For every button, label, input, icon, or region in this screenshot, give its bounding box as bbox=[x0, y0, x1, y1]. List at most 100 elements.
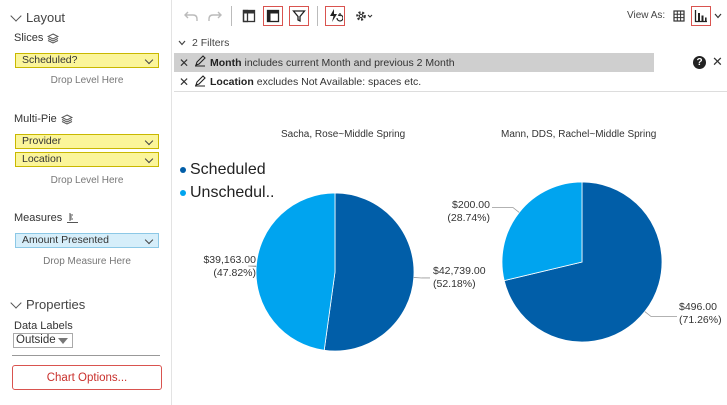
view-as-table-button[interactable] bbox=[669, 6, 689, 26]
layers-icon bbox=[47, 32, 60, 44]
chart-options-button[interactable]: Chart Options... bbox=[12, 365, 162, 390]
legend-swatch bbox=[180, 167, 186, 173]
chevron-down-icon[interactable] bbox=[144, 154, 154, 164]
redo-button[interactable] bbox=[205, 6, 225, 26]
layout-toggle-button[interactable] bbox=[239, 6, 259, 26]
data-label: $200.00 (28.74%) bbox=[432, 199, 490, 225]
filter-field: Location bbox=[210, 76, 254, 88]
pie-chart-canvas bbox=[248, 181, 677, 352]
auto-refresh-button[interactable] bbox=[325, 6, 345, 26]
filter-field: Month bbox=[210, 56, 242, 69]
slices-label: Slices bbox=[14, 32, 44, 44]
caret-down-icon bbox=[58, 338, 68, 344]
remove-filter-icon[interactable]: ✕ bbox=[174, 56, 194, 70]
measures-field-amount-presented[interactable]: Amount Presented bbox=[15, 233, 159, 248]
layout-label: Layout bbox=[26, 10, 66, 25]
slices-drop-zone[interactable]: Drop Level Here bbox=[15, 75, 159, 86]
bar-chart-icon bbox=[694, 10, 707, 23]
data-label: $39,163.00 (47.82%) bbox=[178, 254, 256, 280]
data-labels-value: Outside bbox=[16, 334, 56, 346]
grid-icon bbox=[673, 10, 685, 22]
multipie-field-provider[interactable]: Provider bbox=[15, 134, 159, 149]
legend-swatch bbox=[180, 190, 186, 196]
multipie-field-location[interactable]: Location bbox=[15, 152, 159, 167]
filter-row-location[interactable]: ✕ Location excludes Not Available: space… bbox=[174, 73, 727, 92]
undo-button[interactable] bbox=[181, 6, 201, 26]
chart-type-dropdown[interactable] bbox=[711, 6, 725, 26]
properties-section-header[interactable]: Properties bbox=[10, 296, 86, 312]
legend-item-unscheduled[interactable]: Unschedul.. bbox=[180, 184, 275, 202]
filter-description: includes current Month and previous 2 Mo… bbox=[244, 56, 455, 69]
legend-label: Unschedul.. bbox=[190, 184, 275, 201]
multipie-drop-zone[interactable]: Drop Level Here bbox=[15, 175, 159, 186]
leader-line bbox=[644, 311, 677, 317]
layout-section-header[interactable]: Layout bbox=[10, 9, 66, 25]
chevron-down-icon[interactable] bbox=[144, 136, 154, 146]
chevron-down-icon bbox=[10, 9, 22, 22]
data-label-value: $200.00 bbox=[452, 199, 490, 211]
chevron-down-icon bbox=[10, 296, 22, 309]
layers-icon bbox=[60, 113, 73, 125]
data-label-value: $39,163.00 bbox=[203, 254, 256, 266]
toolbar-divider bbox=[231, 6, 232, 26]
measures-field-label: Amount Presented bbox=[22, 234, 109, 246]
filter-description: excludes Not Available: spaces etc. bbox=[256, 76, 422, 88]
multipie-label-row: Multi-Pie bbox=[14, 113, 73, 125]
close-icon[interactable]: ✕ bbox=[712, 54, 723, 70]
slices-field-scheduled[interactable]: Scheduled? bbox=[15, 53, 159, 68]
table-view-button[interactable] bbox=[263, 6, 283, 26]
data-labels-label: Data Labels bbox=[14, 320, 73, 332]
data-label-percent: (47.82%) bbox=[213, 267, 256, 279]
multipie-field-label: Provider bbox=[22, 135, 62, 147]
multipie-field-label: Location bbox=[22, 153, 62, 165]
pencil-icon[interactable] bbox=[194, 55, 210, 70]
redo-icon bbox=[208, 11, 222, 21]
toolbar-divider bbox=[317, 6, 318, 26]
filter-row-month[interactable]: ✕ Month includes current Month and previ… bbox=[174, 53, 654, 72]
gear-icon bbox=[356, 11, 373, 21]
chart-area: Sacha, Rose~Middle Spring Mann, DDS, Rac… bbox=[174, 95, 727, 405]
data-label-percent: (52.18%) bbox=[433, 278, 476, 290]
ruler-icon bbox=[67, 213, 79, 223]
measures-drop-zone[interactable]: Drop Measure Here bbox=[15, 256, 159, 267]
legend-label: Scheduled bbox=[190, 161, 266, 178]
settings-menu-button[interactable] bbox=[351, 6, 377, 26]
help-icon[interactable]: ? bbox=[693, 56, 706, 69]
data-label: $42,739.00 (52.18%) bbox=[433, 265, 486, 291]
remove-filter-icon[interactable]: ✕ bbox=[174, 75, 194, 89]
chevron-down-icon[interactable] bbox=[144, 55, 154, 65]
leader-line bbox=[413, 277, 430, 279]
pie-slice-scheduled[interactable] bbox=[323, 192, 415, 352]
chevron-down-icon[interactable] bbox=[144, 235, 154, 245]
pencil-icon[interactable] bbox=[194, 74, 210, 90]
legend-item-scheduled[interactable]: Scheduled bbox=[180, 161, 266, 179]
data-label-value: $496.00 bbox=[679, 301, 717, 313]
filters-toggle[interactable]: 2 Filters bbox=[178, 37, 229, 49]
toolbar: View As: bbox=[173, 0, 727, 34]
measures-label: Measures bbox=[14, 212, 63, 224]
filter-icon bbox=[292, 10, 306, 23]
chevron-down-icon bbox=[714, 13, 722, 19]
data-labels-select[interactable]: Outside bbox=[13, 333, 73, 348]
multipie-label: Multi-Pie bbox=[14, 113, 57, 125]
filter-button[interactable] bbox=[289, 6, 309, 26]
divider bbox=[12, 355, 160, 356]
view-as-chart-button[interactable] bbox=[691, 6, 711, 26]
undo-icon bbox=[184, 11, 198, 21]
view-as-label: View As: bbox=[627, 10, 666, 21]
table-icon bbox=[266, 9, 280, 23]
chevron-down-icon bbox=[178, 40, 186, 46]
properties-label: Properties bbox=[26, 297, 86, 312]
data-label: $496.00 (71.26%) bbox=[679, 301, 722, 327]
filters-count: 2 Filters bbox=[192, 37, 230, 49]
leader-line bbox=[492, 207, 520, 213]
left-panel: Layout Slices Scheduled? Drop Level Here… bbox=[0, 0, 172, 405]
panel-layout-icon bbox=[242, 9, 256, 23]
pie-title: Mann, DDS, Rachel~Middle Spring bbox=[501, 129, 657, 140]
slices-field-label: Scheduled? bbox=[22, 54, 78, 66]
pie-title: Sacha, Rose~Middle Spring bbox=[281, 129, 406, 140]
slices-label-row: Slices bbox=[14, 32, 60, 44]
data-label-percent: (28.74%) bbox=[447, 212, 490, 224]
pie-slice-unscheduled[interactable] bbox=[255, 192, 336, 351]
data-label-value: $42,739.00 bbox=[433, 265, 486, 277]
